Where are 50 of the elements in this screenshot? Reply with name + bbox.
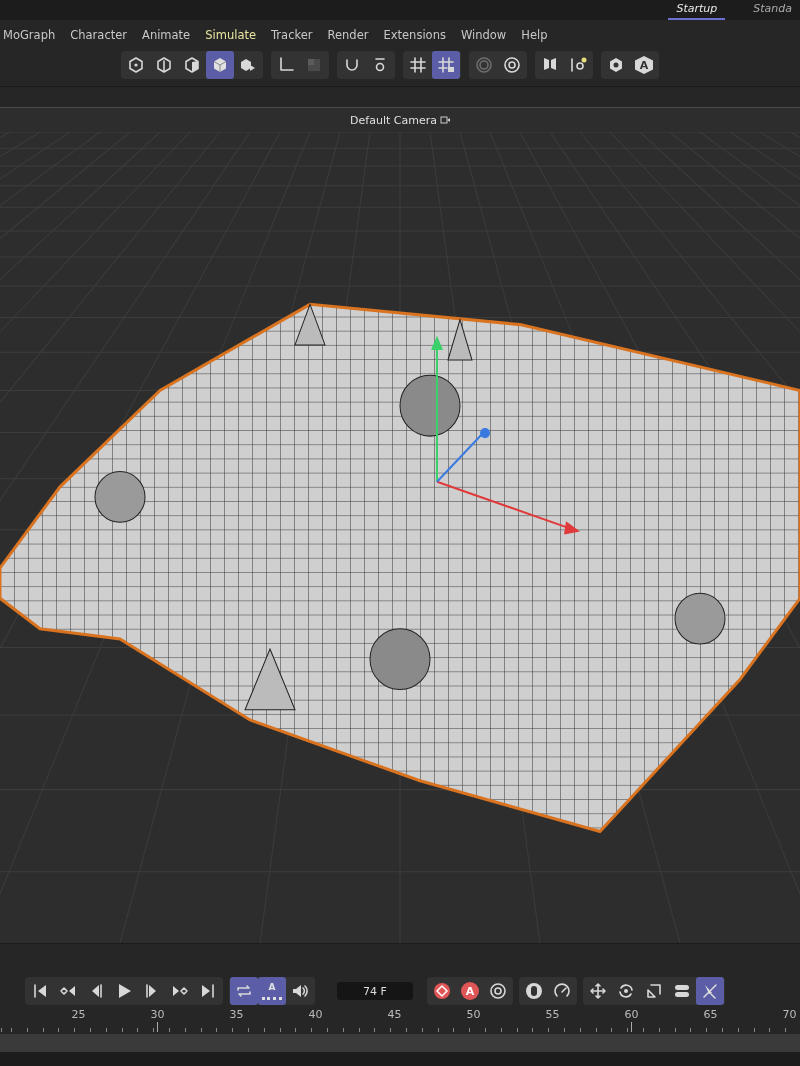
frame-number: 30 <box>150 1008 165 1023</box>
menu-item[interactable]: Extensions <box>383 28 446 42</box>
workspace-tab[interactable]: Standa <box>745 0 800 20</box>
move-icon <box>589 982 607 1000</box>
menu-item[interactable]: Render <box>327 28 369 42</box>
record-icon <box>433 982 451 1000</box>
hexagon-edge-icon <box>155 56 173 74</box>
cursor-crossed-icon <box>701 982 719 1000</box>
scale-icon <box>645 982 663 1000</box>
speaker-icon <box>291 982 309 1000</box>
rotate-icon <box>617 982 635 1000</box>
magnet-icon <box>343 56 361 74</box>
camera-label[interactable]: Default Camera <box>350 113 437 127</box>
menu-item[interactable]: Animate <box>142 28 191 42</box>
mouse-icon <box>525 982 543 1000</box>
skip-end-icon <box>199 982 217 1000</box>
axis-icon <box>277 56 295 74</box>
skip-start-icon <box>31 982 49 1000</box>
record-letter-icon: A <box>461 982 479 1000</box>
frame-number: 45 <box>387 1008 402 1023</box>
hexagon-icon <box>127 56 145 74</box>
toggle-switch-icon <box>673 982 691 1000</box>
frame-number: 70 <box>782 1008 797 1023</box>
target-icon <box>475 56 493 74</box>
frame-number: 55 <box>545 1008 560 1023</box>
menu-item[interactable]: MoGraph <box>3 28 56 42</box>
menu-item[interactable]: Tracker <box>271 28 313 42</box>
frame-number: 25 <box>71 1008 86 1023</box>
frame-number: 35 <box>229 1008 244 1023</box>
grid-icon <box>409 56 427 74</box>
dial-icon <box>553 982 571 1000</box>
frame-number: 60 <box>624 1008 639 1023</box>
camera-icon <box>439 115 450 125</box>
frame-number: 65 <box>703 1008 718 1023</box>
menu-item[interactable]: Window <box>460 28 507 42</box>
menu-item[interactable]: Help <box>521 28 548 42</box>
loop-icon <box>235 982 253 1000</box>
menu-item[interactable]: Simulate <box>205 28 256 42</box>
square-icon <box>305 56 323 74</box>
frame-field[interactable]: 74 F <box>337 982 413 1000</box>
frame-number: 50 <box>466 1008 481 1023</box>
cube-face-icon <box>183 56 201 74</box>
cube-icon <box>211 56 229 74</box>
tool-button[interactable]: A <box>258 977 286 1005</box>
frame-number: 40 <box>308 1008 323 1023</box>
menu-item[interactable]: Character <box>70 28 127 42</box>
hexagon-letter-icon: A <box>635 56 653 74</box>
axis-gizmo-icon <box>431 335 580 535</box>
cube-split-icon <box>239 56 257 74</box>
grid-lock-icon <box>437 56 455 74</box>
